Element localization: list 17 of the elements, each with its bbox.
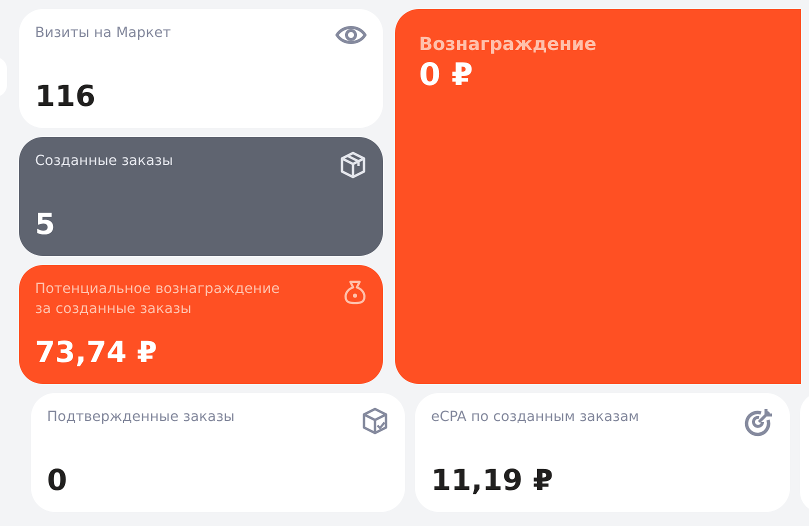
card-value: 0 ₽ xyxy=(419,57,474,93)
card-value: 116 xyxy=(35,78,97,114)
card-label: eCPA по созданным заказам xyxy=(431,408,640,427)
target-icon xyxy=(744,407,774,437)
card-label: Потенциальное вознаграждение за созданные заказы xyxy=(35,280,280,319)
box-check-icon xyxy=(361,407,389,435)
eye-icon xyxy=(335,23,367,47)
card-value: 5 xyxy=(35,206,56,242)
card-value: 73,74 ₽ xyxy=(35,334,158,370)
money-bag-icon xyxy=(343,279,367,305)
card-label: Визиты на Маркет xyxy=(35,24,171,43)
card-label: Подтвержденные заказы xyxy=(47,408,235,427)
card-value: 0 xyxy=(47,462,68,498)
card-label: Созданные заказы xyxy=(35,152,174,171)
card-value: 11,19 ₽ xyxy=(431,462,554,498)
box-icon xyxy=(339,151,367,179)
card-label: Вознаграждение xyxy=(419,33,596,57)
